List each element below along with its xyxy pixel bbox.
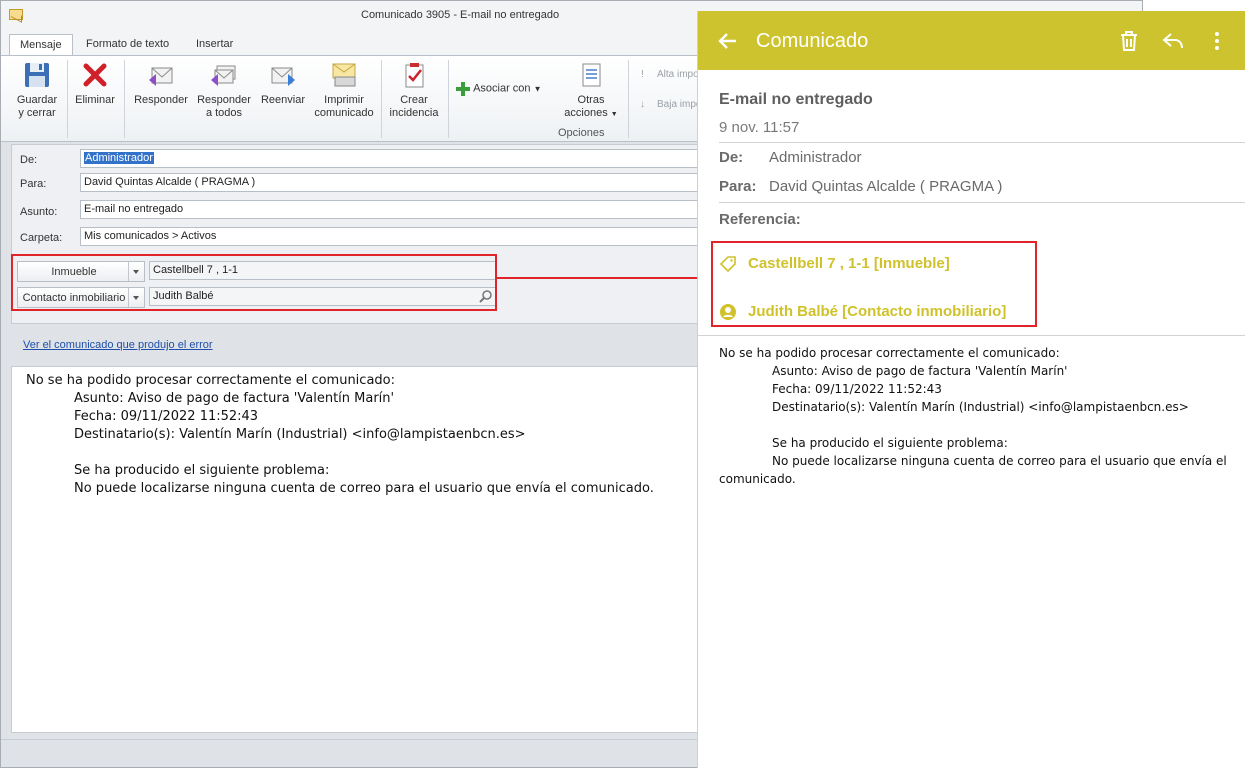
delete-button[interactable]: Eliminar [74, 60, 116, 107]
clipboard-check-icon [405, 63, 424, 88]
print-label-1: Imprimir [324, 94, 364, 106]
create-incident-button[interactable]: Crear incidencia [387, 60, 441, 120]
more-vert-icon[interactable] [1205, 29, 1229, 53]
original-message-link[interactable]: Ver el comunicado que produjo el error [23, 339, 213, 351]
forward-button[interactable]: Reenviar [258, 60, 308, 107]
forward-label: Reenviar [260, 94, 306, 106]
print-button[interactable]: Imprimir comunicado [314, 60, 374, 120]
printer-mail-icon [332, 63, 356, 87]
high-priority-label[interactable]: Alta impo [657, 69, 699, 80]
reference-contact[interactable]: Judith Balbé [Contacto inmobiliario] [748, 303, 1006, 320]
mobile-view: Comunicado E-mail no entregado 9 nov. 11… [697, 11, 1245, 768]
reference-highlight-box [11, 254, 497, 311]
exclamation-icon: ! [641, 69, 644, 80]
low-priority-label[interactable]: Baja impo [657, 99, 701, 110]
ribbon-separator [448, 60, 449, 138]
to-label: Para: [20, 178, 47, 190]
mobile-to-value: David Quintas Alcalde ( PRAGMA ) [769, 178, 1003, 195]
body-line: comunicado. [719, 472, 796, 486]
save-label-2: y cerrar [18, 107, 56, 119]
mobile-reference-label: Referencia: [719, 211, 801, 228]
mobile-from-label: De: [719, 149, 744, 166]
subject-label: Asunto: [20, 206, 58, 218]
document-list-icon [582, 63, 601, 87]
print-label-2: comunicado [314, 107, 374, 119]
delete-label: Eliminar [75, 94, 115, 106]
reply-button[interactable]: Responder [133, 60, 189, 107]
options-group-label: Opciones [558, 127, 605, 139]
person-circle-icon [720, 304, 736, 320]
forward-mail-icon [271, 67, 295, 86]
divider [698, 335, 1245, 336]
mail-app-icon [9, 9, 23, 20]
save-close-button[interactable]: Guardar y cerrar [15, 60, 59, 120]
folder-label: Carpeta: [20, 232, 63, 244]
body-line: Destinatario(s): Valentín Marín (Industr… [772, 400, 1189, 414]
reference-highlight-box: Castellbell 7 , 1-1 [Inmueble] Judith Ba… [711, 241, 1037, 327]
ribbon-separator [124, 60, 125, 138]
ribbon-separator [67, 60, 68, 138]
create-incident-label-1: Crear [400, 94, 428, 106]
from-label: De: [20, 154, 38, 166]
ribbon-separator [381, 60, 382, 138]
from-value: Administrador [84, 152, 154, 164]
to-field[interactable]: David Quintas Alcalde ( PRAGMA ) [80, 173, 720, 192]
chevron-down-icon: ▼ [533, 84, 542, 94]
tag-icon [719, 256, 736, 273]
other-actions-button[interactable]: Otras acciones ▼ [561, 60, 621, 121]
body-line: No puede localizarse ninguna cuenta de c… [74, 481, 654, 496]
callout-arrow [497, 277, 700, 279]
mobile-date: 9 nov. 11:57 [719, 119, 800, 136]
red-x-icon [83, 63, 107, 87]
save-label-1: Guardar [16, 94, 58, 106]
ribbon-separator [628, 60, 629, 138]
body-line: Se ha producido el siguiente problema: [74, 463, 330, 478]
back-arrow-icon[interactable] [716, 29, 740, 53]
tab-mensaje[interactable]: Mensaje [9, 34, 73, 55]
mobile-from-value: Administrador [769, 149, 862, 166]
divider [719, 142, 1245, 143]
reference-property[interactable]: Castellbell 7 , 1-1 [Inmueble] [748, 255, 950, 272]
tab-insertar[interactable]: Insertar [186, 34, 243, 55]
folder-field[interactable]: Mis comunicados > Activos [80, 227, 720, 246]
mobile-subject: E-mail no entregado [719, 91, 873, 108]
reply-icon[interactable] [1161, 29, 1185, 53]
reply-label: Responder [134, 94, 188, 106]
reply-all-button[interactable]: Responder a todos [196, 60, 252, 120]
subject-field[interactable]: E-mail no entregado [80, 200, 720, 219]
body-line: Destinatario(s): Valentín Marín (Industr… [74, 427, 526, 442]
from-field[interactable]: Administrador [80, 149, 720, 168]
reply-all-label-2: a todos [205, 107, 243, 119]
body-line: Asunto: Aviso de pago de factura 'Valent… [74, 391, 395, 406]
trash-icon[interactable] [1117, 29, 1141, 53]
reply-all-mail-icon [211, 65, 236, 86]
app-bar-title: Comunicado [756, 30, 869, 52]
chevron-down-icon: ▼ [610, 111, 618, 118]
reply-mail-icon [149, 67, 173, 86]
app-bar: Comunicado [698, 11, 1245, 70]
body-line: No puede localizarse ninguna cuenta de c… [772, 454, 1227, 468]
window-title: Comunicado 3905 - E-mail no entregado [361, 9, 560, 21]
associate-label: Asociar con [473, 82, 531, 95]
message-body[interactable]: No se ha podido procesar correctamente e… [11, 366, 711, 733]
associate-button[interactable]: Asociar con ▼ [456, 82, 546, 96]
other-actions-label-1: Otras [577, 94, 605, 106]
body-line: No se ha podido procesar correctamente e… [719, 346, 1060, 360]
green-plus-icon [456, 82, 470, 96]
mobile-message-body: No se ha podido procesar correctamente e… [719, 344, 1229, 488]
body-line: Se ha producido el siguiente problema: [772, 436, 1008, 450]
other-actions-label-2: acciones [564, 107, 608, 119]
floppy-disk-icon [25, 63, 49, 87]
body-line: Fecha: 09/11/2022 11:52:43 [772, 382, 942, 396]
tab-formato-texto[interactable]: Formato de texto [76, 34, 179, 55]
reply-all-label-1: Responder [197, 94, 251, 106]
body-line: Asunto: Aviso de pago de factura 'Valent… [772, 364, 1068, 378]
down-arrow-icon: ↓ [640, 99, 645, 110]
body-line: Fecha: 09/11/2022 11:52:43 [74, 409, 259, 424]
body-line: No se ha podido procesar correctamente e… [26, 373, 395, 388]
create-incident-label-2: incidencia [389, 107, 439, 119]
divider [719, 202, 1245, 203]
mobile-to-label: Para: [719, 178, 757, 195]
